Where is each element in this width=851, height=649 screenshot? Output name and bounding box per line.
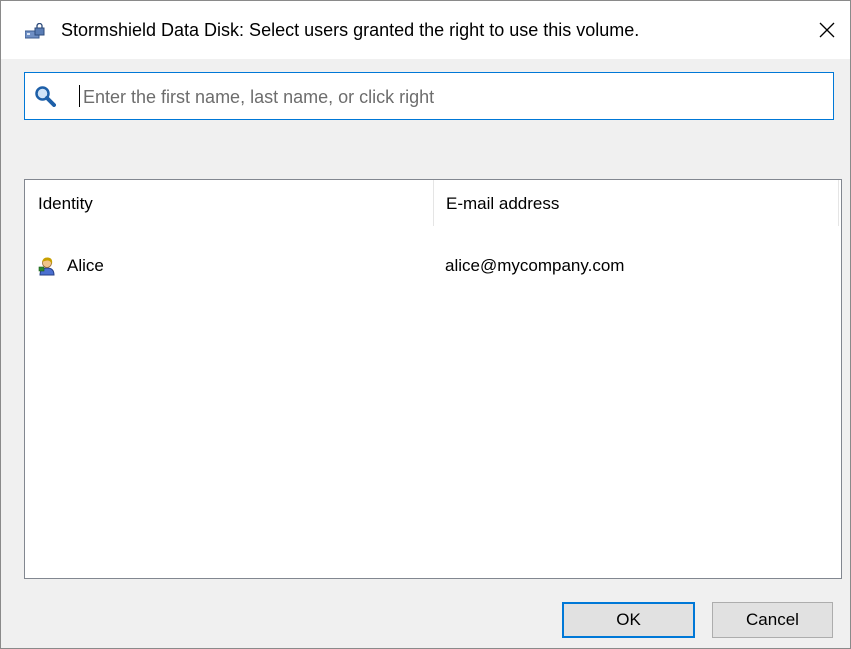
encrypted-disk-icon xyxy=(24,22,45,39)
column-header-identity[interactable]: Identity xyxy=(25,180,433,226)
search-input[interactable] xyxy=(81,81,825,113)
title-bar: Stormshield Data Disk: Select users gran… xyxy=(1,1,850,59)
text-caret xyxy=(79,85,80,107)
column-header-email[interactable]: E-mail address xyxy=(433,180,838,226)
dialog-title: Stormshield Data Disk: Select users gran… xyxy=(61,20,640,40)
users-list[interactable]: Identity E-mail address Alice alice@myco… xyxy=(24,179,842,579)
list-header: Identity E-mail address xyxy=(25,180,841,226)
identity-cell: Alice xyxy=(67,256,104,275)
dialog-window: Stormshield Data Disk: Select users gran… xyxy=(0,0,851,649)
cancel-button[interactable]: Cancel xyxy=(712,602,833,638)
list-item[interactable]: Alice alice@mycompany.com xyxy=(25,252,841,280)
close-icon xyxy=(819,22,835,38)
column-separator[interactable] xyxy=(838,180,839,226)
close-button[interactable] xyxy=(804,1,850,59)
user-icon xyxy=(38,256,56,276)
email-cell: alice@mycompany.com xyxy=(445,256,625,275)
search-box[interactable] xyxy=(24,72,834,120)
ok-button[interactable]: OK xyxy=(562,602,695,638)
search-icon xyxy=(34,85,56,107)
